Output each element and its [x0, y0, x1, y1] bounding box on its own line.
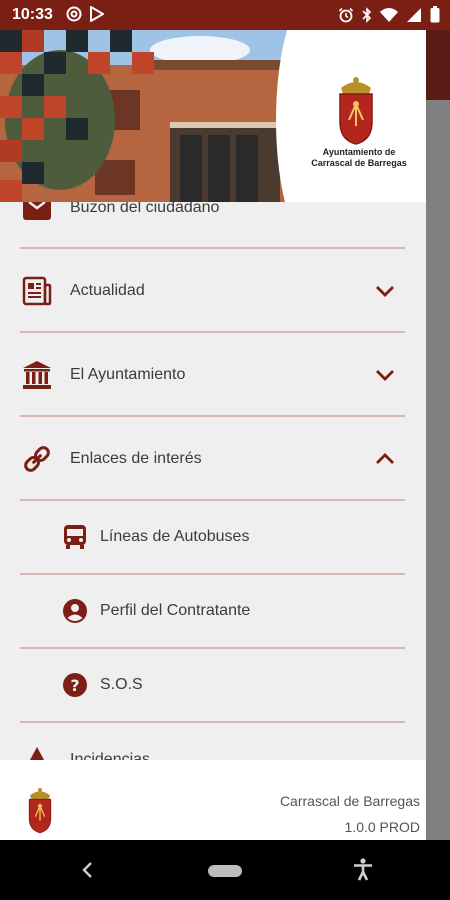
divider	[20, 721, 405, 723]
logo-text-line2: Carrascal de Barregas	[311, 158, 407, 168]
divider	[20, 573, 405, 575]
navigation-drawer: Buzon del ciudadano Actualidad El Ayunta…	[0, 30, 426, 840]
background-app-bar	[425, 30, 450, 100]
submenu-item-autobuses[interactable]: Líneas de Autobuses	[20, 519, 405, 555]
town-hall-photo	[0, 30, 300, 202]
logo-caption: Ayuntamiento de Carrascal de Barregas	[300, 147, 418, 169]
town-hall-icon	[20, 358, 54, 392]
coat-of-arms-logo	[339, 77, 373, 145]
back-icon[interactable]	[80, 860, 94, 885]
chevron-down-icon[interactable]	[373, 279, 397, 303]
divider	[20, 647, 405, 649]
bus-icon	[62, 524, 88, 550]
drawer-footer: Carrascal de Barregas 1.0.0 PROD	[0, 760, 426, 840]
bluetooth-icon	[362, 6, 372, 23]
menu-item-label: Enlaces de interés	[70, 450, 202, 467]
status-time: 10:33	[12, 6, 53, 23]
submenu-item-sos[interactable]: ? S.O.S	[20, 667, 405, 703]
menu-item-label: El Ayuntamiento	[70, 366, 186, 383]
alarm-icon	[338, 7, 354, 23]
svg-text:?: ?	[70, 676, 79, 695]
divider	[20, 247, 405, 249]
footer-coat-of-arms-logo	[28, 788, 52, 834]
help-circle-icon: ?	[62, 672, 88, 698]
submenu-item-label: Líneas de Autobuses	[100, 528, 250, 545]
menu-item-ayuntamiento[interactable]: El Ayuntamiento	[20, 355, 405, 395]
signal-icon	[406, 7, 422, 23]
wifi-icon	[380, 7, 398, 23]
account-circle-icon	[62, 598, 88, 624]
chevron-up-icon[interactable]	[373, 447, 397, 471]
chevron-down-icon[interactable]	[373, 363, 397, 387]
menu-item-actualidad[interactable]: Actualidad	[20, 271, 405, 311]
footer-town-name: Carrascal de Barregas	[279, 793, 420, 809]
submenu-item-label: Perfil del Contratante	[100, 602, 251, 619]
app-version: 1.0.0 PROD	[344, 819, 420, 835]
divider	[20, 499, 405, 501]
submenu-item-perfil[interactable]: Perfil del Contratante	[20, 593, 405, 629]
system-nav-bar	[0, 840, 450, 900]
home-pill-button[interactable]	[208, 865, 242, 877]
divider	[20, 415, 405, 417]
play-store-icon	[90, 6, 104, 22]
divider	[20, 331, 405, 333]
submenu-item-label: S.O.S	[100, 676, 143, 693]
status-bar: 10:33	[0, 0, 450, 30]
drawer-header: Ayuntamiento de Carrascal de Barregas	[0, 30, 426, 202]
menu-item-enlaces[interactable]: Enlaces de interés	[20, 439, 405, 479]
menu-item-label: Actualidad	[70, 282, 145, 299]
accessibility-icon[interactable]	[352, 858, 374, 887]
at-sign-icon	[66, 6, 82, 22]
logo-text-line1: Ayuntamiento de	[322, 147, 396, 157]
battery-icon	[430, 6, 440, 23]
newspaper-icon	[20, 274, 54, 308]
link-icon	[20, 442, 54, 476]
